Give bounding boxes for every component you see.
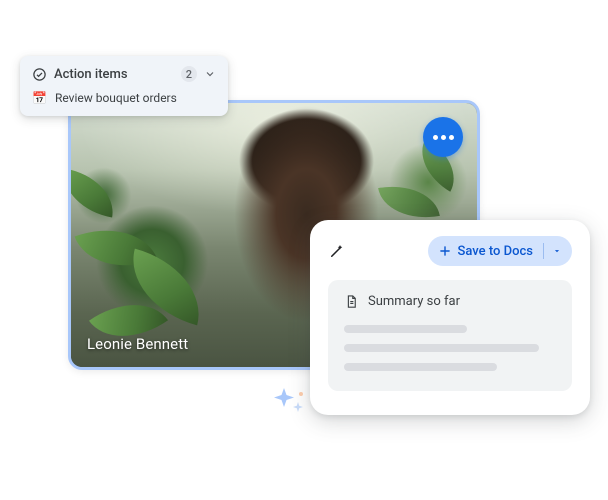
calendar-icon: 📅 [32,92,47,104]
action-items-title: Action items [54,67,174,82]
caret-down-icon[interactable] [552,246,562,256]
more-options-button[interactable] [423,117,463,157]
button-divider [543,243,544,259]
plant-leaf [68,169,119,218]
summary-toolbar: Save to Docs [328,236,572,266]
summary-title: Summary so far [368,294,460,309]
ellipsis-icon [441,135,446,140]
save-to-docs-button[interactable]: Save to Docs [428,236,572,266]
summary-placeholder-line [344,325,467,333]
plant-leaf [378,178,440,225]
participant-name-label: Leonie Bennett [87,335,188,353]
summary-body: Summary so far [328,280,572,391]
summary-title-row: Summary so far [344,294,556,309]
summary-placeholder-line [344,363,497,371]
ellipsis-icon [433,135,438,140]
action-item-label: Review bouquet orders [55,91,177,105]
check-circle-icon [32,67,47,82]
summary-placeholder-line [344,344,539,352]
sparkle-icon [270,380,310,420]
save-to-docs-label: Save to Docs [458,244,533,259]
action-item-row[interactable]: 📅 Review bouquet orders [32,91,216,105]
summary-card: Save to Docs Summary so far [310,220,590,415]
sparkle-decoration [270,380,310,420]
action-items-card: Action items 2 📅 Review bouquet orders [20,56,228,116]
magic-wand-icon [328,242,346,260]
document-icon [344,294,359,309]
plus-icon [438,244,452,258]
action-items-count-badge: 2 [181,66,197,82]
ellipsis-icon [449,135,454,140]
chevron-down-icon [204,68,216,80]
action-items-header[interactable]: Action items 2 [32,66,216,82]
